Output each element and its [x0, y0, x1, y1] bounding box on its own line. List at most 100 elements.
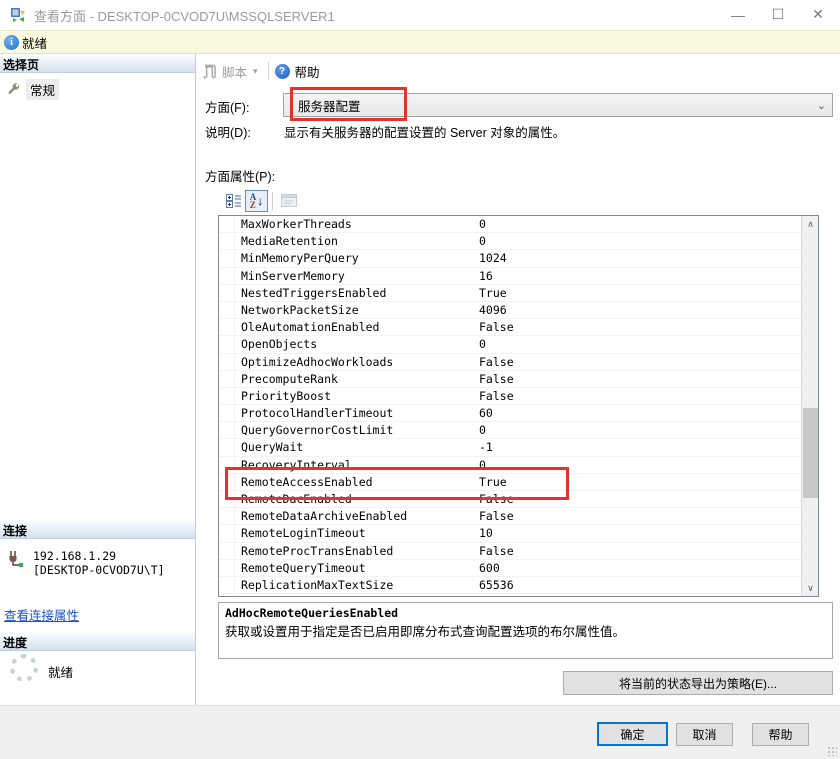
property-row[interactable]: MinMemoryPerQuery 1024 [219, 250, 803, 267]
view-connection-properties-link[interactable]: 查看连接属性 [4, 605, 79, 624]
categorized-icon [226, 194, 242, 208]
select-page-header: 选择页 [0, 54, 195, 73]
property-name: PriorityBoost [235, 388, 473, 404]
categorized-view-button[interactable] [222, 190, 245, 212]
row-gutter [219, 525, 235, 541]
property-row[interactable]: QueryWait -1 [219, 439, 803, 456]
script-button[interactable]: 脚本 [222, 62, 247, 81]
property-name: RecoveryInterval [235, 457, 473, 473]
property-row[interactable]: ReplicationXPsEnabled False [219, 594, 803, 596]
property-row[interactable]: OleAutomationEnabled False [219, 319, 803, 336]
row-gutter [219, 319, 235, 335]
row-gutter [219, 474, 235, 490]
property-value[interactable]: 4096 [473, 302, 803, 318]
property-row[interactable]: MaxWorkerThreads 0 [219, 216, 803, 233]
property-value[interactable]: False [473, 491, 803, 507]
window-title: 查看方面 - DESKTOP-0CVOD7U\MSSQLSERVER1 [34, 6, 335, 25]
row-gutter [219, 250, 235, 266]
grid-scrollbar[interactable]: ∧ ∨ [801, 216, 818, 596]
progress-header: 进度 [0, 632, 195, 651]
sidebar-item-general[interactable]: 常规 [7, 79, 195, 100]
property-description-panel: AdHocRemoteQueriesEnabled 获取或设置用于指定是否已启用… [218, 602, 833, 659]
resize-grip[interactable] [827, 746, 837, 756]
connection-user: [DESKTOP-0CVOD7U\T] [33, 563, 165, 577]
cancel-button[interactable]: 取消 [676, 723, 733, 746]
property-value[interactable]: True [473, 285, 803, 301]
property-name: QueryGovernorCostLimit [235, 422, 473, 438]
property-value[interactable]: 0 [473, 233, 803, 249]
row-gutter [219, 233, 235, 249]
scroll-up-icon[interactable]: ∧ [802, 216, 819, 232]
property-row[interactable]: RecoveryInterval 0 [219, 457, 803, 474]
row-gutter [219, 216, 235, 232]
property-value[interactable]: False [473, 354, 803, 370]
help-toolbar-button[interactable]: 帮助 [295, 62, 320, 81]
row-gutter [219, 405, 235, 421]
property-value[interactable]: -1 [473, 439, 803, 455]
server-connection-icon [7, 549, 25, 577]
property-name: MediaRetention [235, 233, 473, 249]
property-value[interactable]: False [473, 543, 803, 559]
maximize-button[interactable]: ☐ [758, 0, 798, 29]
title-bar: 查看方面 - DESKTOP-0CVOD7U\MSSQLSERVER1 — ☐ … [0, 0, 840, 30]
property-value[interactable]: False [473, 371, 803, 387]
property-value[interactable]: 65536 [473, 577, 803, 593]
property-value[interactable]: 16 [473, 268, 803, 284]
alphabetical-sort-button[interactable]: A Z ↓ [245, 190, 268, 212]
property-row[interactable]: OpenObjects 0 [219, 336, 803, 353]
property-value[interactable]: False [473, 388, 803, 404]
property-row[interactable]: RemoteQueryTimeout 600 [219, 560, 803, 577]
chevron-down-icon: ⌄ [817, 99, 826, 112]
property-value[interactable]: 0 [473, 216, 803, 232]
scrollbar-thumb[interactable] [803, 408, 818, 498]
property-name: QueryWait [235, 439, 473, 455]
property-row[interactable]: MediaRetention 0 [219, 233, 803, 250]
property-value[interactable]: 0 [473, 336, 803, 352]
export-policy-button[interactable]: 将当前的状态导出为策略(E)... [563, 671, 833, 695]
connection-server: 192.168.1.29 [33, 549, 165, 563]
property-row[interactable]: PrecomputeRank False [219, 371, 803, 388]
row-gutter [219, 457, 235, 473]
property-value[interactable]: False [473, 319, 803, 335]
property-value[interactable]: False [473, 594, 803, 596]
property-value[interactable]: 10 [473, 525, 803, 541]
facet-dropdown[interactable]: 服务器配置 ⌄ [283, 93, 833, 117]
property-value[interactable]: 1024 [473, 250, 803, 266]
row-gutter [219, 577, 235, 593]
script-dropdown-icon[interactable]: ▾ [253, 66, 258, 77]
property-value[interactable]: 0 [473, 422, 803, 438]
property-description-text: 获取或设置用于指定是否已启用即席分布式查询配置选项的布尔属性值。 [225, 621, 826, 640]
property-row[interactable]: ProtocolHandlerTimeout 60 [219, 405, 803, 422]
property-row[interactable]: RemoteDacEnabled False [219, 491, 803, 508]
property-row[interactable]: RemoteAccessEnabled True [219, 474, 803, 491]
property-row[interactable]: QueryGovernorCostLimit 0 [219, 422, 803, 439]
help-toolbar-icon: ? [275, 64, 290, 79]
property-value[interactable]: 60 [473, 405, 803, 421]
property-value[interactable]: False [473, 508, 803, 524]
property-grid: MaxWorkerThreads 0 MediaRetention 0 MinM… [218, 215, 819, 597]
toolbar-separator [268, 62, 269, 80]
property-row[interactable]: RemoteDataArchiveEnabled False [219, 508, 803, 525]
progress-spinner-icon [10, 654, 38, 682]
minimize-button[interactable]: — [718, 0, 758, 29]
property-row[interactable]: ReplicationMaxTextSize 65536 [219, 577, 803, 594]
property-row[interactable]: MinServerMemory 16 [219, 268, 803, 285]
help-button[interactable]: 帮助 [752, 723, 809, 746]
property-row[interactable]: OptimizeAdhocWorkloads False [219, 354, 803, 371]
property-row[interactable]: PriorityBoost False [219, 388, 803, 405]
property-value[interactable]: True [473, 474, 803, 490]
property-description-title: AdHocRemoteQueriesEnabled [225, 606, 826, 620]
property-row[interactable]: RemoteLoginTimeout 10 [219, 525, 803, 542]
property-value[interactable]: 0 [473, 457, 803, 473]
scroll-down-icon[interactable]: ∨ [802, 580, 819, 596]
main-panel: 脚本 ▾ ? 帮助 方面(F): 服务器配置 ⌄ 说明(D): 显示有关服务器的… [196, 54, 840, 705]
script-icon [202, 64, 217, 79]
property-row[interactable]: NestedTriggersEnabled True [219, 285, 803, 302]
sort-arrow-icon: ↓ [257, 194, 263, 208]
property-value[interactable]: 600 [473, 560, 803, 576]
view-facets-dialog: { "window": { "title": "查看方面 - DESKTOP-0… [0, 0, 840, 759]
close-button[interactable]: ✕ [798, 0, 838, 29]
property-row[interactable]: RemoteProcTransEnabled False [219, 543, 803, 560]
ok-button[interactable]: 确定 [597, 722, 668, 746]
property-row[interactable]: NetworkPacketSize 4096 [219, 302, 803, 319]
